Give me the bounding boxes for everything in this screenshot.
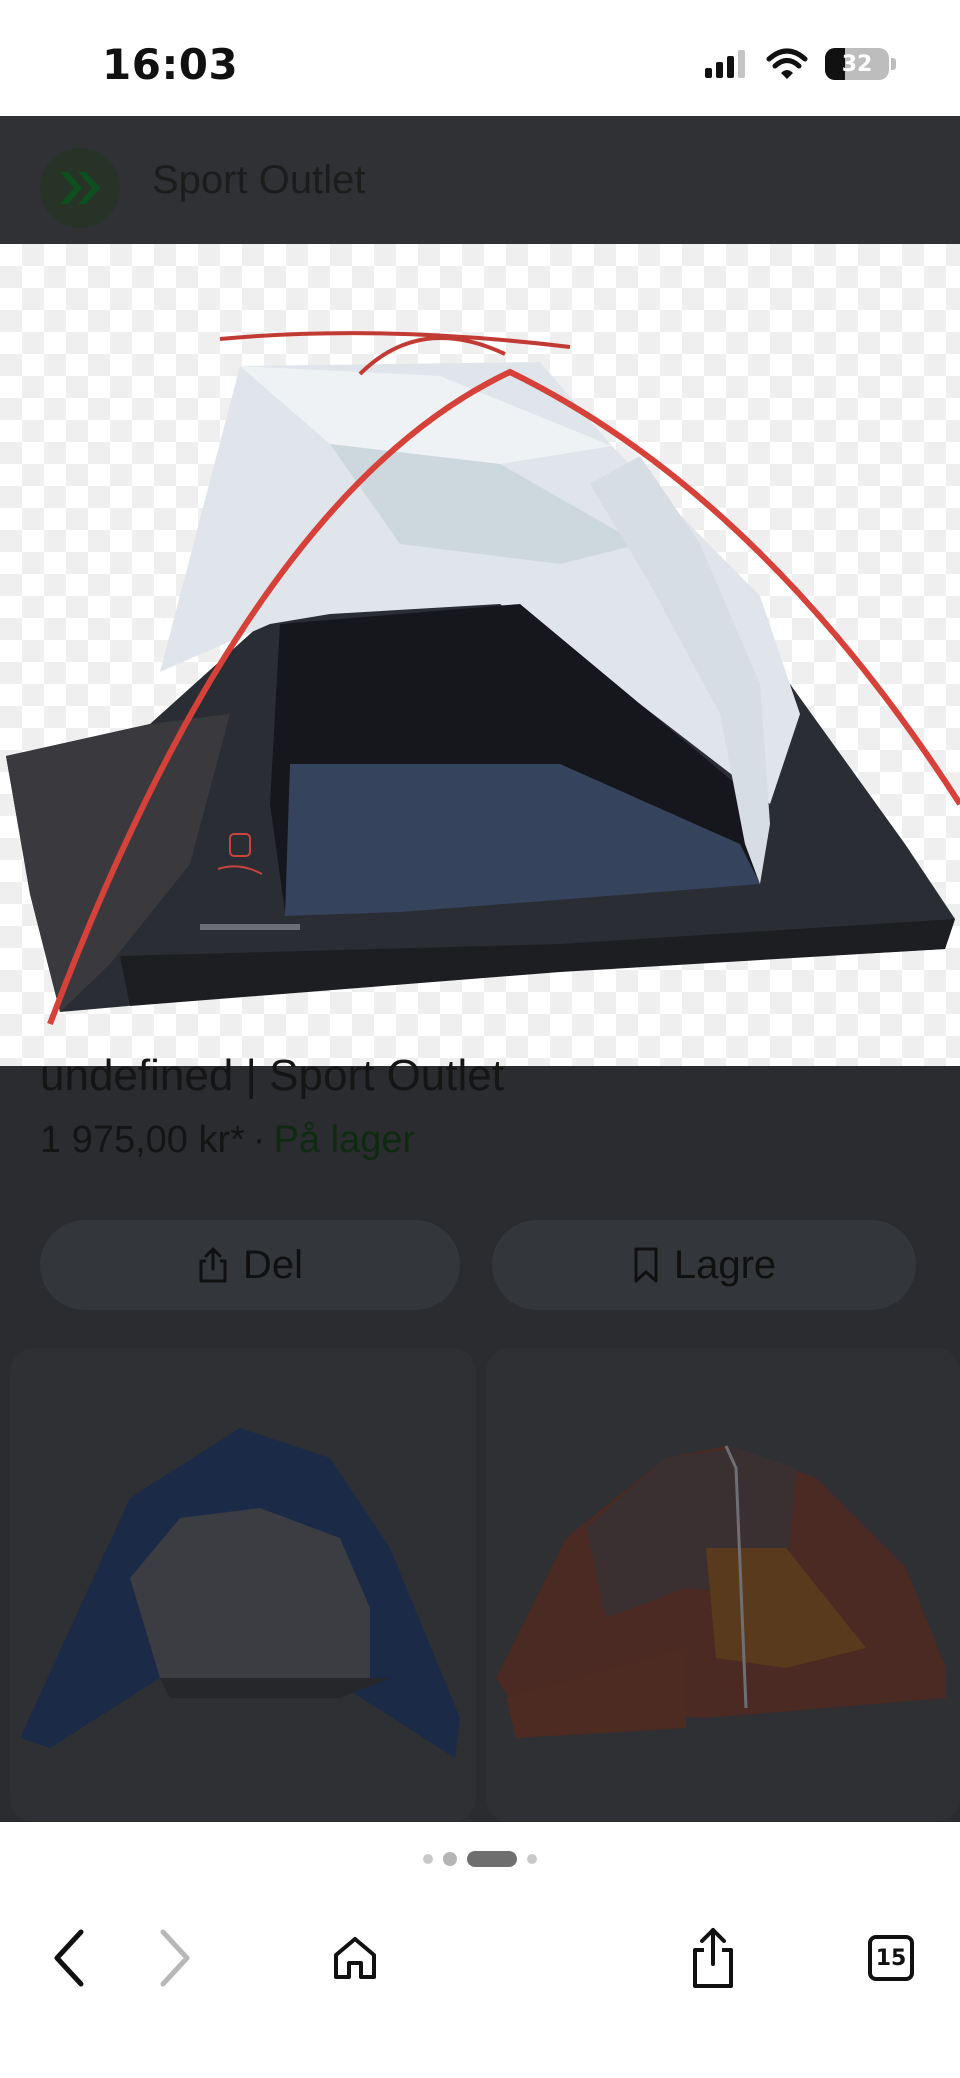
clock: 16:03	[102, 40, 239, 89]
toolbar-share-button[interactable]	[668, 1908, 758, 2008]
share-icon	[693, 1928, 733, 1988]
tabs-button[interactable]: 15	[846, 1908, 936, 2008]
save-button[interactable]: Lagre	[492, 1220, 916, 1310]
cellular-signal-icon	[705, 50, 745, 78]
wifi-icon	[766, 48, 808, 79]
share-button[interactable]: Del	[40, 1220, 460, 1310]
meta-separator: ·	[252, 1119, 266, 1161]
battery-percent: 32	[841, 51, 873, 77]
product-image[interactable]	[0, 244, 960, 1066]
chevron-right-icon	[160, 1929, 190, 1987]
site-header: Sport Outlet	[0, 116, 960, 244]
bookmark-icon	[634, 1247, 658, 1283]
tabs-count: 15	[868, 1935, 914, 1981]
share-button-label: Del	[242, 1242, 304, 1287]
blue-tent-image	[20, 1428, 460, 1758]
battery-tip	[891, 58, 896, 70]
site-name[interactable]: Sport Outlet	[152, 158, 365, 203]
page-dot[interactable]	[423, 1854, 433, 1864]
related-image-blue-tent[interactable]	[10, 1348, 476, 1822]
back-button[interactable]	[24, 1908, 114, 2008]
page-dot-active[interactable]	[467, 1851, 517, 1867]
page-indicator[interactable]	[0, 1822, 960, 1888]
page-dot[interactable]	[443, 1852, 457, 1866]
chevron-left-icon	[54, 1929, 84, 1987]
site-logo-icon[interactable]	[40, 148, 120, 228]
availability-label: På lager	[273, 1119, 416, 1161]
related-image-red-tent[interactable]	[486, 1348, 960, 1822]
forward-button[interactable]	[130, 1908, 220, 2008]
image-viewer: Sport Outlet undefined | Sport Outlet 1 …	[0, 116, 960, 1822]
status-bar: 16:03 32	[0, 0, 960, 116]
product-meta: 1 975,00 kr* · På lager	[40, 1119, 415, 1162]
red-tent-image	[496, 1445, 946, 1738]
status-icons: 32	[703, 44, 896, 84]
product-price: 1 975,00 kr*	[40, 1119, 245, 1161]
share-icon	[199, 1247, 227, 1283]
browser-toolbar: 15	[0, 1888, 960, 2078]
home-icon	[334, 1937, 376, 1979]
save-button-label: Lagre	[673, 1242, 777, 1287]
page-dot[interactable]	[527, 1854, 537, 1864]
tent-illustration	[6, 331, 960, 1026]
product-title[interactable]: undefined | Sport Outlet	[40, 1051, 504, 1101]
battery-icon: 32	[825, 48, 889, 80]
home-button[interactable]	[310, 1908, 400, 2008]
